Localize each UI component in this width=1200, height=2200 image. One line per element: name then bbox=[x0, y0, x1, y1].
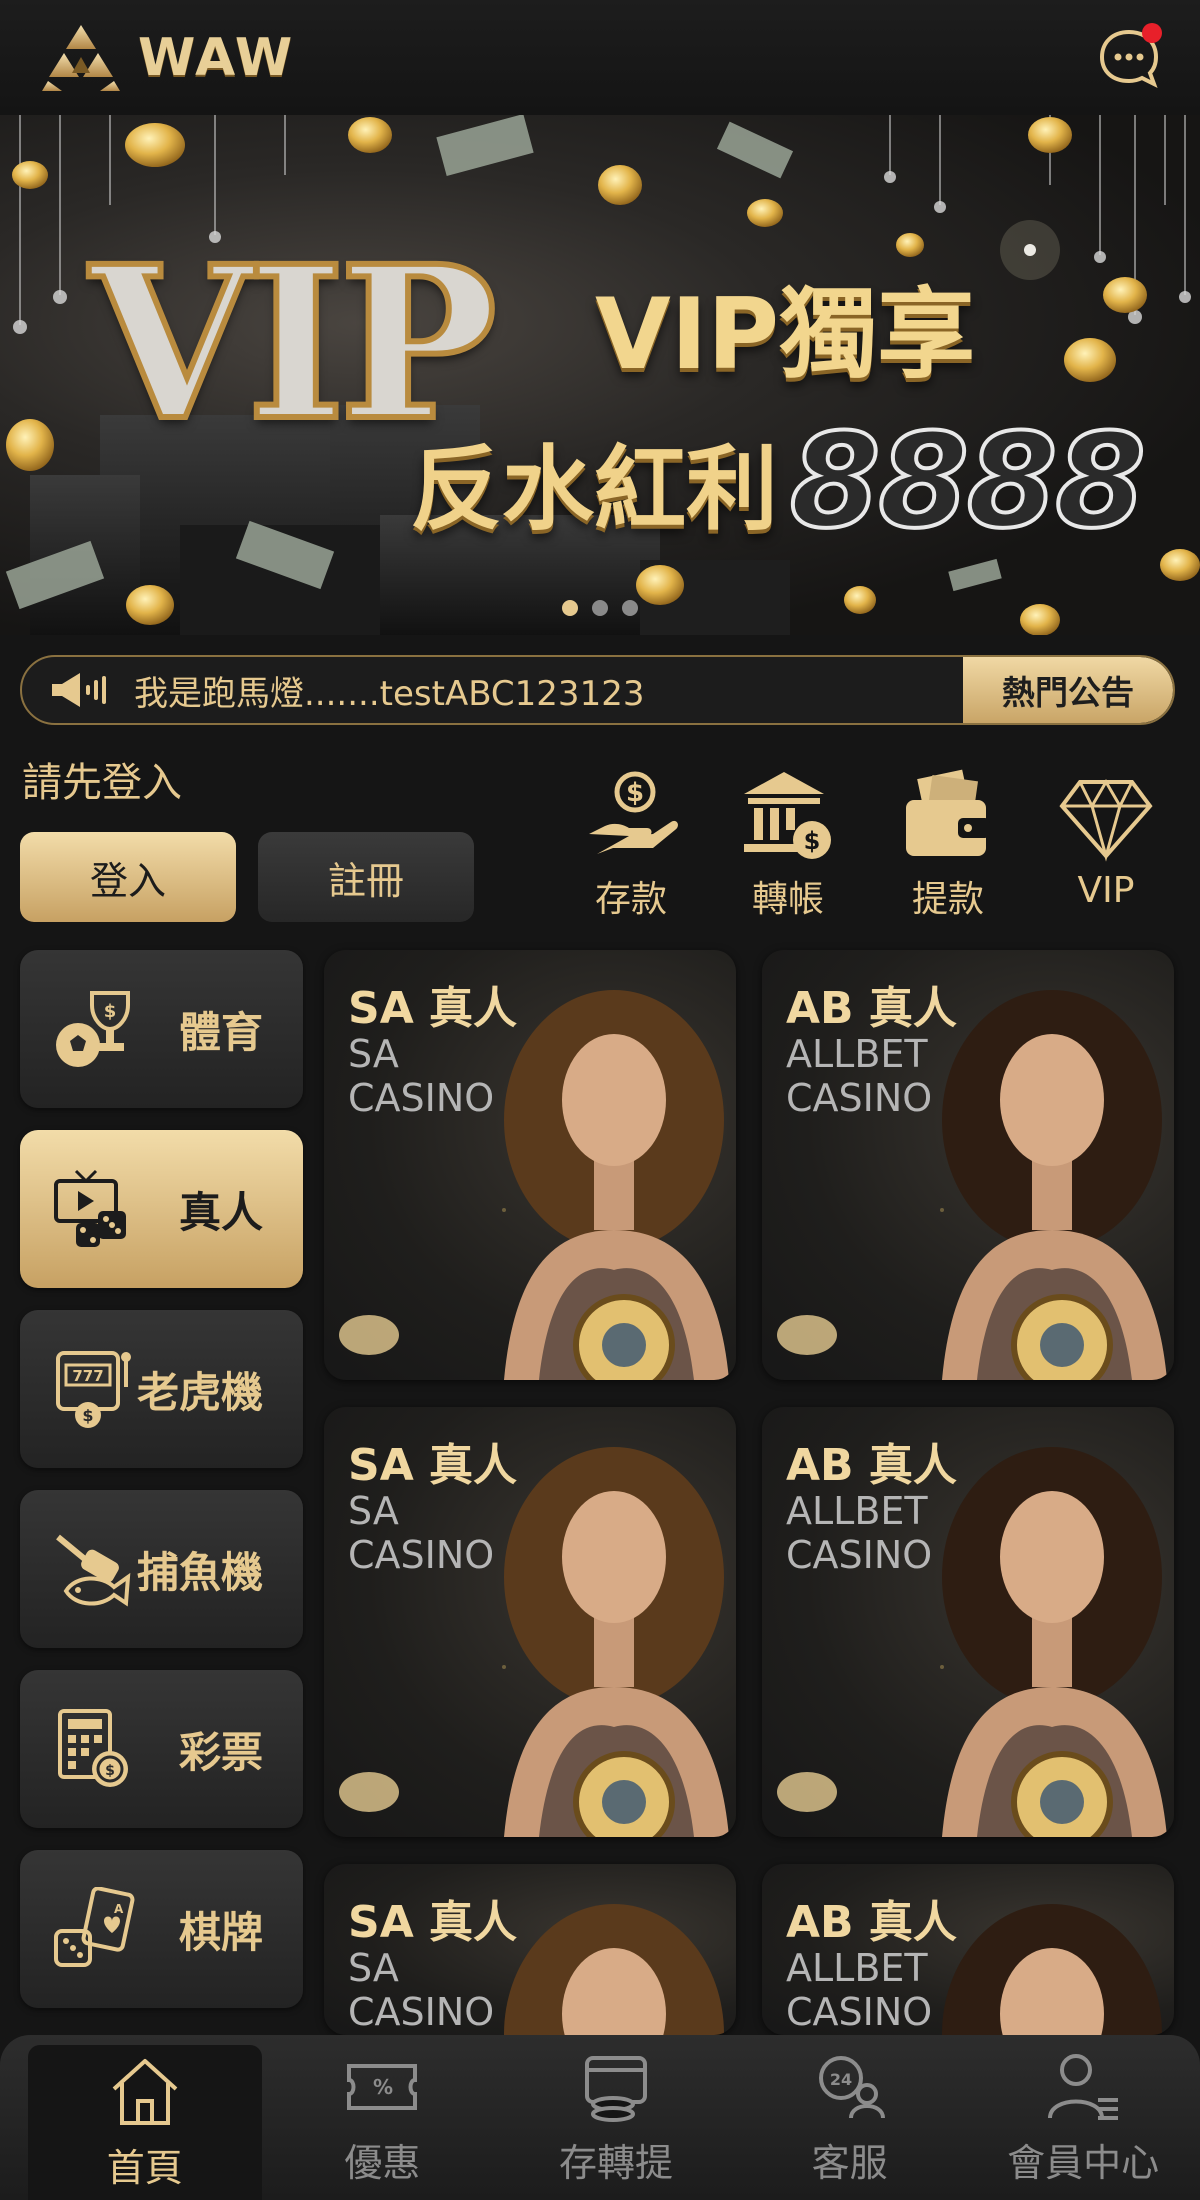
game-title: SA 真人 bbox=[348, 1897, 518, 1948]
coupon-icon: % bbox=[347, 2064, 418, 2110]
bank-transfer-icon: $ bbox=[744, 772, 831, 859]
game-card[interactable]: AB 真人 ALLBET CASINO bbox=[762, 950, 1174, 1380]
category-fishing[interactable]: 捕魚機 bbox=[20, 1490, 303, 1648]
notification-dot bbox=[1142, 22, 1162, 43]
svg-text:A: A bbox=[114, 1902, 124, 1916]
category-label: 老虎機 bbox=[136, 1367, 263, 1417]
category-lottery[interactable]: $ 彩票 bbox=[20, 1670, 303, 1828]
bottom-navigation: 首頁 % 優惠 存轉提 24 客服 會員中心 bbox=[0, 2035, 1200, 2200]
nav-customer-service[interactable]: 24 客服 bbox=[733, 2035, 967, 2200]
game-title: AB 真人 bbox=[786, 1897, 957, 1948]
svg-text:777: 777 bbox=[72, 1367, 103, 1385]
svg-text:%: % bbox=[373, 2075, 393, 2099]
quick-action-label: 存款 bbox=[594, 879, 667, 920]
customer-service-icon: 24 bbox=[818, 2056, 885, 2119]
quick-action-transfer[interactable]: $ 轉帳 bbox=[728, 768, 848, 922]
game-card[interactable]: SA 真人 SA CASINO bbox=[324, 950, 736, 1380]
category-label: 真人 bbox=[178, 1187, 263, 1237]
game-title: SA 真人 bbox=[348, 983, 518, 1034]
marquee-text: 我是跑馬燈.......testABC123123 bbox=[134, 673, 645, 714]
carousel-dot[interactable] bbox=[562, 600, 578, 616]
wallet-withdraw-icon bbox=[906, 769, 990, 856]
chat-button[interactable] bbox=[1098, 22, 1162, 89]
lottery-icon: $ bbox=[58, 1709, 128, 1787]
nav-home[interactable]: 首頁 bbox=[28, 2045, 262, 2200]
quick-action-deposit[interactable]: $ 存款 bbox=[571, 768, 691, 922]
category-slots[interactable]: 777 $ 老虎機 bbox=[20, 1310, 303, 1468]
category-sports[interactable]: $ 體育 bbox=[20, 950, 303, 1108]
svg-text:$: $ bbox=[105, 1763, 115, 1779]
nav-label: 會員中心 bbox=[1007, 2141, 1160, 2185]
nav-label: 首頁 bbox=[106, 2146, 183, 2190]
game-card[interactable]: SA 真人 SA CASINO bbox=[324, 1864, 736, 2035]
svg-text:24: 24 bbox=[829, 2070, 851, 2089]
slot-machine-icon: 777 $ bbox=[56, 1351, 131, 1428]
category-live-casino[interactable]: 真人 bbox=[20, 1130, 303, 1288]
announcement-marquee: 我是跑馬燈.......testABC123123 熱門公告 bbox=[20, 655, 1175, 725]
nav-label: 客服 bbox=[811, 2141, 888, 2185]
game-subtitle: ALLBET CASINO bbox=[786, 1489, 933, 1577]
speaker-icon bbox=[52, 673, 106, 707]
quick-action-vip[interactable]: VIP bbox=[1046, 768, 1166, 911]
fishing-icon bbox=[56, 1534, 131, 1607]
game-title: AB 真人 bbox=[786, 1440, 957, 1491]
game-card[interactable]: AB 真人 ALLBET CASINO bbox=[762, 1864, 1174, 2035]
category-label: 彩票 bbox=[178, 1727, 263, 1777]
nav-member-center[interactable]: 會員中心 bbox=[966, 2035, 1200, 2200]
login-button[interactable]: 登入 bbox=[20, 832, 236, 922]
register-button[interactable]: 註冊 bbox=[258, 832, 474, 922]
game-title: AB 真人 bbox=[786, 983, 957, 1034]
category-label: 體育 bbox=[178, 1007, 263, 1057]
carousel-dot[interactable] bbox=[592, 600, 608, 616]
game-subtitle: SA CASINO bbox=[348, 1489, 495, 1577]
deposit-icon: $ bbox=[589, 771, 678, 854]
home-icon bbox=[112, 2059, 178, 2125]
quick-action-label: 提款 bbox=[911, 879, 984, 920]
wallet-coins-icon bbox=[584, 2056, 647, 2122]
game-subtitle: ALLBET CASINO bbox=[786, 1946, 933, 2034]
app-header: WAW bbox=[0, 0, 1200, 115]
login-prompt: 請先登入 bbox=[22, 760, 182, 806]
game-title: SA 真人 bbox=[348, 1440, 518, 1491]
nav-label: 存轉提 bbox=[558, 2141, 673, 2185]
quick-action-label: 轉帳 bbox=[751, 879, 824, 920]
game-subtitle: ALLBET CASINO bbox=[786, 1032, 933, 1120]
member-icon bbox=[1048, 2054, 1119, 2120]
category-label: 棋牌 bbox=[178, 1907, 263, 1957]
banner-subtitle: 反水紅利 bbox=[410, 436, 779, 543]
game-subtitle: SA CASINO bbox=[348, 1032, 495, 1120]
svg-text:$: $ bbox=[104, 1001, 117, 1022]
banner-amount: 8888 bbox=[788, 403, 1148, 559]
live-casino-icon bbox=[54, 1169, 126, 1247]
game-subtitle: SA CASINO bbox=[348, 1946, 495, 2034]
carousel-indicators bbox=[0, 600, 1200, 616]
game-card[interactable]: AB 真人 ALLBET CASINO bbox=[762, 1407, 1174, 1837]
sports-trophy-icon: $ bbox=[56, 991, 130, 1067]
logo[interactable]: WAW bbox=[40, 23, 294, 93]
category-label: 捕魚機 bbox=[136, 1547, 263, 1597]
category-board-cards[interactable]: A 棋牌 bbox=[20, 1850, 303, 2008]
game-card[interactable]: SA 真人 SA CASINO bbox=[324, 1407, 736, 1837]
quick-action-label: VIP bbox=[1077, 870, 1135, 911]
promo-banner[interactable]: VIP VIP獨享 反水紅利 8888 bbox=[0, 115, 1200, 635]
hot-announcement-button[interactable]: 熱門公告 bbox=[963, 657, 1173, 723]
logo-text: WAW bbox=[138, 27, 295, 88]
nav-promotions[interactable]: % 優惠 bbox=[266, 2035, 500, 2200]
diamond-icon bbox=[1059, 779, 1153, 862]
logo-mark-icon bbox=[42, 24, 120, 91]
banner-title: VIP獨享 bbox=[595, 278, 976, 392]
carousel-dot[interactable] bbox=[622, 600, 638, 616]
nav-label: 優惠 bbox=[344, 2141, 421, 2185]
cards-dice-icon: A bbox=[54, 1887, 135, 1967]
quick-action-withdraw[interactable]: 提款 bbox=[888, 768, 1008, 922]
svg-text:$: $ bbox=[804, 827, 821, 855]
nav-wallet[interactable]: 存轉提 bbox=[499, 2035, 733, 2200]
svg-text:$: $ bbox=[82, 1406, 93, 1425]
svg-text:$: $ bbox=[626, 778, 644, 808]
